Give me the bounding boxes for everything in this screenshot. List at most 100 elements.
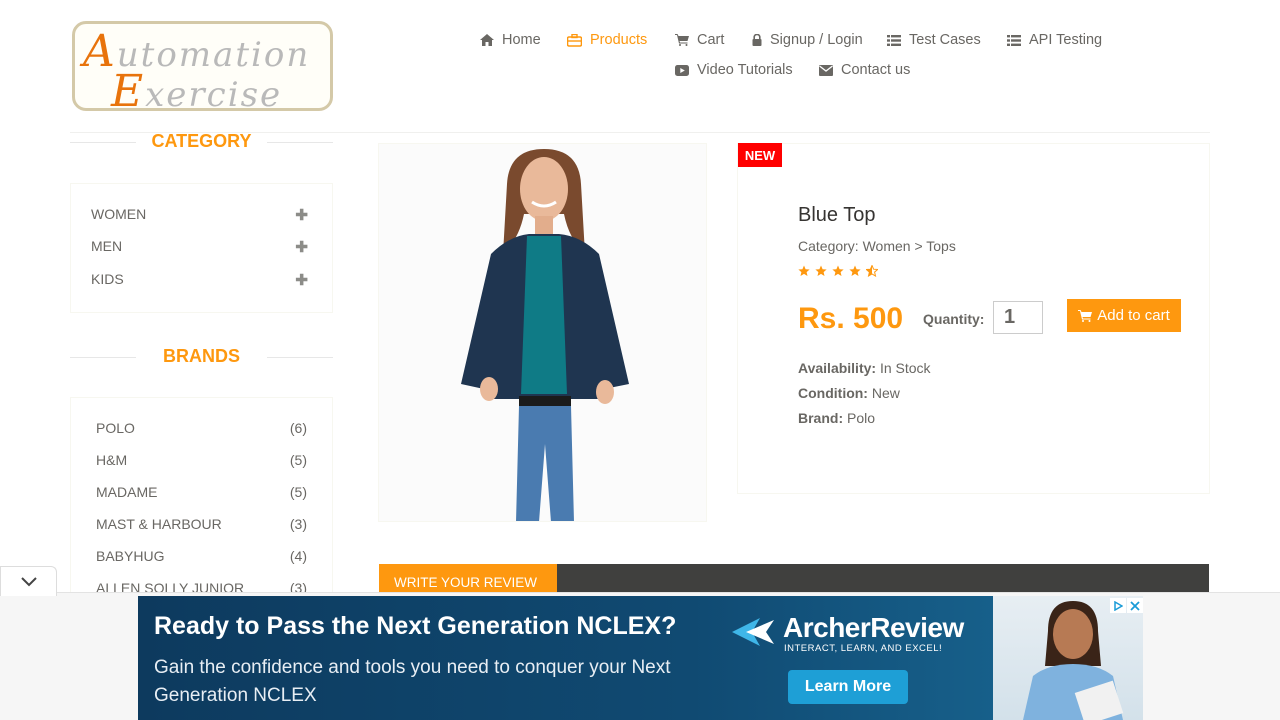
heading-line — [70, 357, 136, 358]
star-icon — [849, 265, 861, 276]
product-price: Rs. 500 — [798, 302, 904, 335]
condition-label: Condition: — [798, 385, 868, 401]
product-name: Blue Top — [798, 204, 876, 226]
list-icon — [887, 34, 901, 46]
ad-subline: Gain the confidence and tools you need t… — [154, 657, 671, 706]
brand-count: (4) — [289, 548, 307, 564]
quantity-label: Quantity: — [923, 311, 985, 327]
youtube-icon — [675, 64, 689, 76]
rating-stars — [798, 265, 878, 277]
availability-row: Availability: In Stock — [798, 360, 931, 376]
brand-label: H&M — [96, 452, 128, 468]
ad-close-button[interactable] — [1127, 598, 1143, 613]
brand-item-hm[interactable]: H&M (5) — [96, 452, 307, 468]
brand-value: Polo — [847, 410, 876, 426]
add-to-cart-button[interactable]: Add to cart — [1067, 299, 1181, 332]
brand-item-babyhug[interactable]: BABYHUG (4) — [96, 548, 307, 564]
plus-icon[interactable]: ✚ — [295, 206, 308, 224]
cart-icon — [675, 34, 689, 46]
chevron-down-icon — [20, 576, 37, 586]
advertisement-banner[interactable]: Ready to Pass the Next Generation NCLEX?… — [138, 596, 1143, 720]
nav-cart[interactable]: Cart — [675, 32, 724, 48]
lock-icon — [752, 34, 762, 46]
nurse-image — [1023, 601, 1124, 720]
envelope-icon — [819, 64, 833, 76]
nav-contact-us[interactable]: Contact us — [819, 62, 910, 78]
category-item-men[interactable]: MEN ✚ — [91, 238, 308, 256]
brand-label: Brand: — [798, 410, 844, 426]
brand-label: POLO — [96, 420, 135, 436]
brand-count: (5) — [289, 484, 307, 500]
adchoices-triangle-icon — [1114, 600, 1123, 611]
availability-value: In Stock — [879, 360, 931, 376]
logo-text-2: xercise — [145, 75, 283, 111]
heading-line — [267, 357, 333, 358]
category-heading-text: CATEGORY — [151, 131, 252, 151]
nav-home[interactable]: Home — [480, 32, 541, 48]
star-icon — [798, 265, 810, 276]
nav-video-label: Video Tutorials — [697, 62, 793, 78]
brand-count: (5) — [289, 452, 307, 468]
heading-line — [267, 142, 333, 143]
nav-products-label: Products — [590, 32, 648, 48]
category-label: MEN — [91, 238, 123, 254]
ad-choices-icon[interactable] — [1110, 598, 1126, 613]
ad-photo — [993, 596, 1143, 720]
plus-icon[interactable]: ✚ — [295, 238, 308, 256]
site-logo[interactable]: Automation Exercise — [72, 21, 333, 111]
nav-signup-login[interactable]: Signup / Login — [752, 32, 863, 48]
star-icon — [832, 265, 844, 276]
new-badge: NEW — [738, 143, 782, 167]
quantity-input[interactable] — [993, 301, 1043, 334]
ad-learn-more-button[interactable]: Learn More — [788, 670, 908, 704]
brand-label: MADAME — [96, 484, 158, 500]
product-category: Category: Women > Tops — [798, 238, 956, 254]
category-label: WOMEN — [91, 206, 147, 222]
star-half-icon — [866, 265, 878, 277]
brand-item-mast-harbour[interactable]: MAST & HARBOUR (3) — [96, 516, 307, 532]
brands-heading: BRANDS — [70, 346, 333, 367]
condition-row: Condition: New — [798, 385, 900, 401]
nav-products[interactable]: Products — [567, 32, 647, 48]
add-to-cart-label: Add to cart — [1097, 307, 1170, 324]
products-icon — [567, 33, 582, 47]
ad-collapse-button[interactable] — [0, 566, 57, 596]
nav-test-cases-label: Test Cases — [909, 32, 981, 48]
header: Automation Exercise Home Products Cart S… — [0, 0, 1280, 132]
nav-login-label: Signup / Login — [770, 32, 863, 48]
product-photo — [379, 144, 706, 521]
nav-video-tutorials[interactable]: Video Tutorials — [675, 62, 793, 78]
star-icon — [815, 265, 827, 276]
brand-item-madame[interactable]: MADAME (5) — [96, 484, 307, 500]
ad-brand: ArcherReview — [783, 612, 964, 643]
brand-item-polo[interactable]: POLO (6) — [96, 420, 307, 436]
product-image — [378, 143, 707, 522]
plus-icon[interactable]: ✚ — [295, 271, 308, 289]
brand-label: MAST & HARBOUR — [96, 516, 222, 532]
list-icon — [1007, 34, 1021, 46]
heading-line — [70, 142, 136, 143]
category-item-kids[interactable]: KIDS ✚ — [91, 271, 308, 289]
brand-label: BABYHUG — [96, 548, 165, 564]
nav-api-testing[interactable]: API Testing — [1007, 32, 1102, 48]
nav-home-label: Home — [502, 32, 541, 48]
ad-headline: Ready to Pass the Next Generation NCLEX? — [154, 612, 677, 640]
category-item-women[interactable]: WOMEN ✚ — [91, 206, 308, 224]
logo-letter-e: E — [111, 66, 146, 111]
brand-row: Brand: Polo — [798, 410, 875, 426]
category-heading: CATEGORY — [70, 131, 333, 152]
availability-label: Availability: — [798, 360, 877, 376]
home-icon — [480, 34, 494, 46]
category-label: KIDS — [91, 271, 124, 287]
archer-logo-icon — [732, 618, 774, 646]
nav-contact-label: Contact us — [841, 62, 911, 78]
nav-api-testing-label: API Testing — [1029, 32, 1103, 48]
nav-cart-label: Cart — [697, 32, 725, 48]
condition-value: New — [871, 385, 900, 401]
nav-test-cases[interactable]: Test Cases — [887, 32, 981, 48]
brand-count: (3) — [289, 516, 307, 532]
category-panel: WOMEN ✚ MEN ✚ KIDS ✚ — [70, 183, 333, 313]
cart-icon — [1078, 309, 1093, 322]
close-icon — [1130, 600, 1140, 611]
brands-heading-text: BRANDS — [162, 346, 240, 366]
